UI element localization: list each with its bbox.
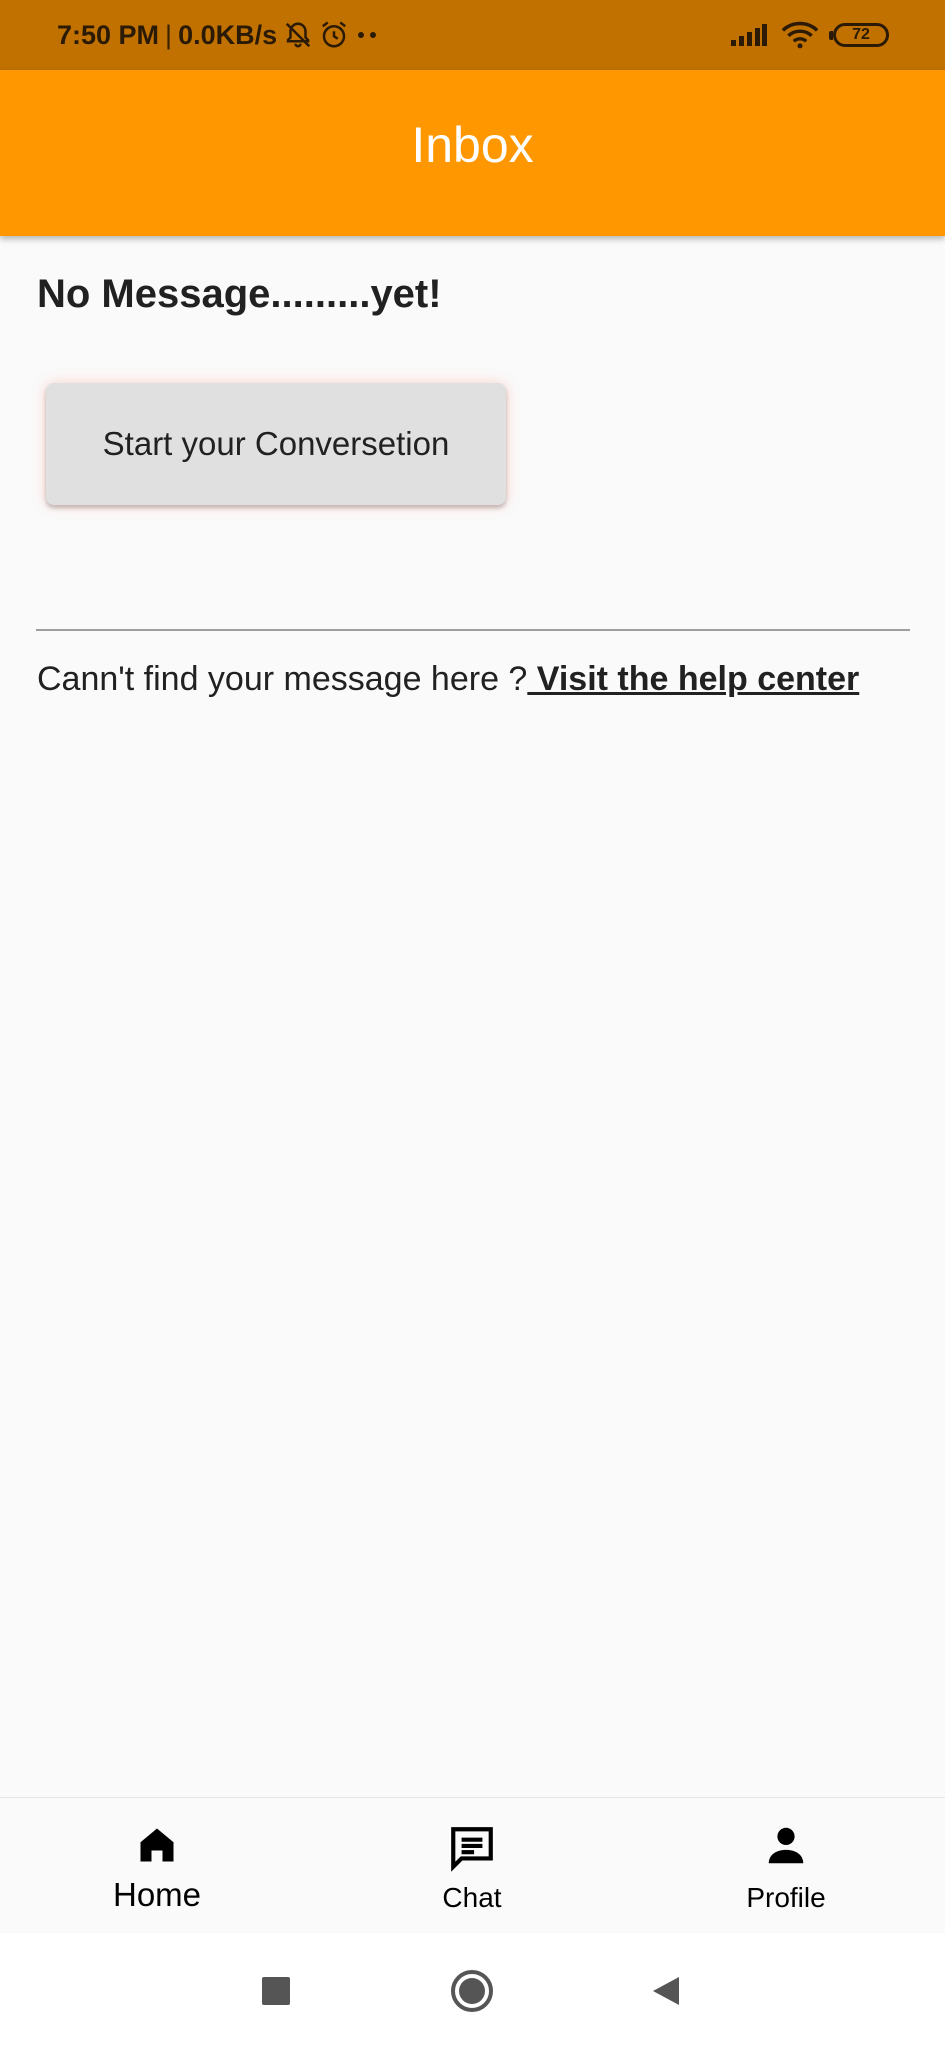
nav-label-chat: Chat (442, 1882, 502, 1913)
status-time: 7:50 PM (57, 19, 160, 50)
battery-indicator: 72 (829, 23, 889, 47)
page-title: Inbox (411, 117, 534, 173)
status-separator: | (165, 19, 173, 50)
wifi-icon (781, 21, 819, 49)
home-circle-icon[interactable] (447, 1966, 497, 2016)
help-center-link[interactable]: Visit the help center (527, 660, 859, 698)
profile-icon (763, 1823, 809, 1869)
recents-icon[interactable] (251, 1966, 301, 2016)
nav-label-home: Home (112, 1876, 202, 1913)
status-right: 72 (731, 21, 889, 49)
status-bar: 7:50 PM | 0.0KB/s 72 (0, 0, 945, 70)
status-left: 7:50 PM | 0.0KB/s (57, 20, 379, 51)
nav-label-profile: Profile (746, 1882, 826, 1913)
notifications-off-icon (283, 20, 313, 50)
alarm-icon (319, 20, 349, 50)
more-dots-icon (355, 30, 379, 40)
help-line: Cann't find your message here ? Visit th… (37, 660, 859, 699)
battery-level: 72 (852, 26, 870, 43)
app-bar: Inbox (0, 70, 945, 236)
home-icon (135, 1823, 179, 1867)
chat-icon (447, 1823, 497, 1873)
system-navigation-bar (0, 1933, 945, 2048)
network-speed: 0.0KB/s (178, 19, 278, 50)
empty-state-heading: No Message.........yet! (37, 272, 442, 316)
nav-item-chat[interactable]: Chat (372, 1798, 572, 1934)
signal-icon (731, 24, 767, 46)
nav-item-profile[interactable]: Profile (686, 1798, 886, 1934)
divider (36, 629, 910, 631)
nav-item-home[interactable]: Home (57, 1798, 257, 1934)
back-icon[interactable] (641, 1966, 691, 2016)
start-conversation-button[interactable]: Start your Conversetion (46, 383, 506, 505)
help-text: Cann't find your message here ? (37, 660, 528, 698)
bottom-navigation: Home Chat Profile (0, 1797, 945, 1933)
